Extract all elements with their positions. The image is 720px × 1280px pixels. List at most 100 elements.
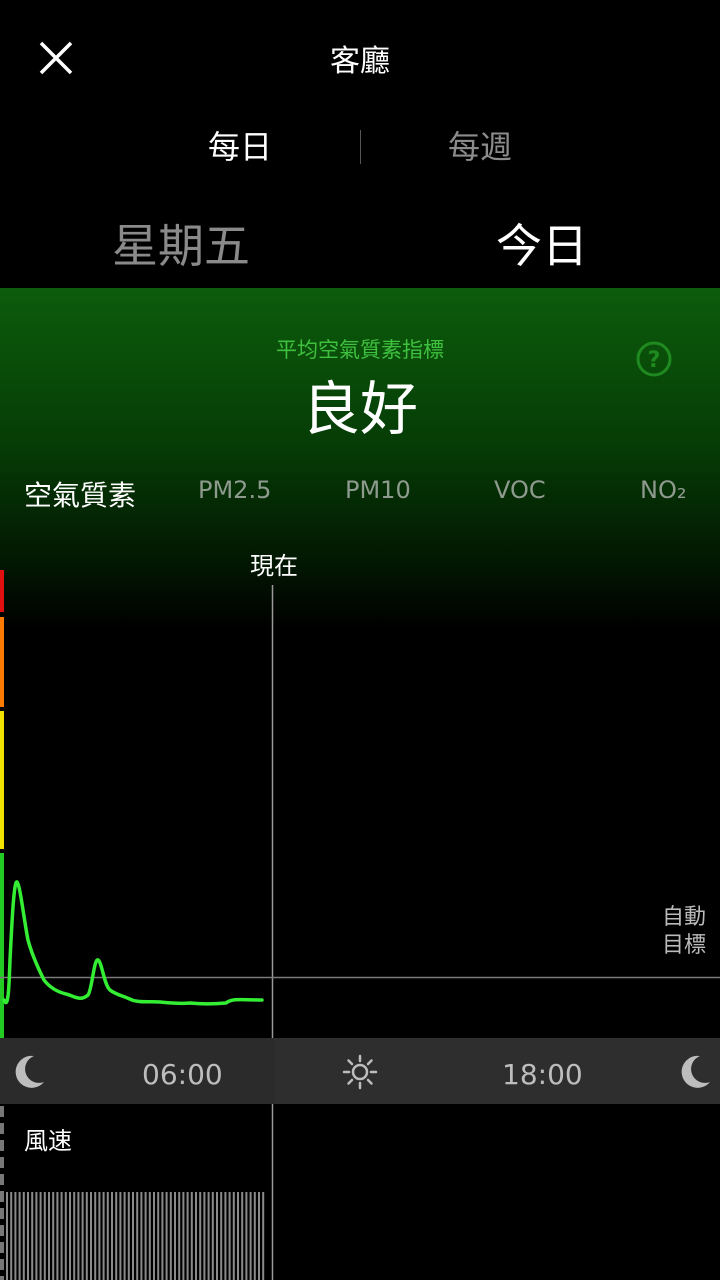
wind-bar <box>174 1192 176 1280</box>
wind-bar <box>119 1192 122 1280</box>
wind-bar <box>102 1192 105 1280</box>
wind-tick <box>0 1208 4 1219</box>
wind-bar <box>232 1192 235 1280</box>
aqi-chart <box>0 570 720 1280</box>
moon-icon <box>681 1055 710 1088</box>
scale-bar-red <box>0 570 4 612</box>
wind-tick <box>0 1242 4 1253</box>
wind-bar <box>39 1192 42 1280</box>
wind-bar <box>253 1192 256 1280</box>
wind-bar <box>241 1192 244 1280</box>
wind-tick <box>0 1123 4 1134</box>
wind-bar <box>161 1192 164 1280</box>
wind-bar <box>123 1192 126 1280</box>
auto-target-label: 目標 <box>662 933 707 958</box>
wind-bar <box>10 1192 13 1280</box>
wind-bar <box>169 1192 172 1280</box>
wind-bar <box>6 1192 8 1280</box>
wind-bar <box>203 1192 206 1280</box>
wind-bar <box>195 1192 197 1280</box>
wind-bar <box>81 1192 84 1280</box>
metric-tab-pm25[interactable]: PM2.5 <box>198 476 271 504</box>
wind-bar <box>224 1192 227 1280</box>
wind-bar <box>69 1192 71 1280</box>
wind-bar <box>140 1192 143 1280</box>
wind-tick <box>0 1174 4 1185</box>
wind-bar <box>190 1192 193 1280</box>
wind-tick <box>0 1106 4 1117</box>
day-tab-today[interactable]: 今日 <box>496 210 588 276</box>
tab-weekly[interactable]: 每週 <box>448 122 512 168</box>
aqi-line <box>2 880 264 1006</box>
wind-tick <box>0 1140 4 1151</box>
scale-bar-yellow <box>0 711 4 849</box>
wind-bar <box>31 1192 34 1280</box>
wind-bar <box>136 1192 139 1280</box>
wind-bar <box>48 1192 50 1280</box>
time-label-06: 06:00 <box>142 1058 223 1091</box>
wind-bar <box>56 1192 59 1280</box>
wind-speed-label: 風速 <box>24 1127 72 1155</box>
question-circle-icon[interactable]: ? <box>635 340 673 378</box>
wind-bar <box>35 1192 38 1280</box>
wind-scale-ticks <box>0 1106 4 1280</box>
wind-bar <box>199 1192 202 1280</box>
metric-tab-no2[interactable]: NO₂ <box>640 476 686 504</box>
svg-text:?: ? <box>648 348 661 373</box>
page-title: 客廳 <box>330 44 390 79</box>
wind-bar <box>262 1192 265 1280</box>
sun-icon <box>342 1054 378 1090</box>
wind-bar <box>186 1192 189 1280</box>
wind-bar <box>106 1192 109 1280</box>
day-tabs: 星期五 今日 <box>0 210 720 282</box>
wind-bar <box>153 1192 155 1280</box>
wind-bar <box>22 1192 25 1280</box>
wind-bars <box>6 1192 265 1280</box>
wind-bar <box>165 1192 168 1280</box>
wind-tick <box>0 1157 4 1168</box>
wind-bar <box>60 1192 63 1280</box>
wind-bar <box>249 1192 252 1280</box>
wind-bar <box>111 1192 113 1280</box>
wind-bar <box>115 1192 118 1280</box>
wind-bar <box>64 1192 67 1280</box>
tab-daily[interactable]: 每日 <box>208 122 272 168</box>
wind-bar <box>18 1192 21 1280</box>
wind-tick <box>0 1276 4 1280</box>
day-tab-friday[interactable]: 星期五 <box>112 210 250 276</box>
aqi-value: 良好 <box>301 375 418 443</box>
time-axis-bar: 06:00 18:00 <box>0 1038 720 1104</box>
wind-bar <box>14 1192 17 1280</box>
metric-tab-pm10[interactable]: PM10 <box>345 476 411 504</box>
wind-bar <box>216 1192 218 1280</box>
wind-bar <box>90 1192 92 1280</box>
wind-bar <box>77 1192 80 1280</box>
wind-bar <box>73 1192 76 1280</box>
wind-bar <box>85 1192 88 1280</box>
wind-bar <box>157 1192 160 1280</box>
aqi-label: 平均空氣質素指標 <box>276 338 444 362</box>
time-label-18: 18:00 <box>502 1058 583 1091</box>
wind-bar <box>178 1192 181 1280</box>
moon-icon <box>15 1055 44 1088</box>
metric-tabs: 空氣質素 PM2.5 PM10 VOC NO₂ <box>0 476 720 522</box>
wind-bar <box>211 1192 214 1280</box>
wind-bar <box>258 1192 260 1280</box>
wind-bar <box>228 1192 231 1280</box>
wind-bar <box>98 1192 101 1280</box>
scale-bar-green <box>0 853 4 1038</box>
metric-tab-voc[interactable]: VOC <box>494 476 546 504</box>
wind-bar <box>43 1192 46 1280</box>
wind-tick <box>0 1259 4 1270</box>
wind-bar <box>245 1192 248 1280</box>
wind-bar <box>237 1192 239 1280</box>
scale-bar-orange <box>0 617 4 707</box>
wind-bar <box>148 1192 151 1280</box>
wind-bar <box>127 1192 130 1280</box>
wind-bar <box>182 1192 185 1280</box>
time-axis-future <box>274 1038 720 1104</box>
wind-bar <box>207 1192 210 1280</box>
wind-bar <box>52 1192 55 1280</box>
metric-tab-aqi[interactable]: 空氣質素 <box>24 474 136 514</box>
period-tabs: 每日 每週 <box>0 112 720 176</box>
